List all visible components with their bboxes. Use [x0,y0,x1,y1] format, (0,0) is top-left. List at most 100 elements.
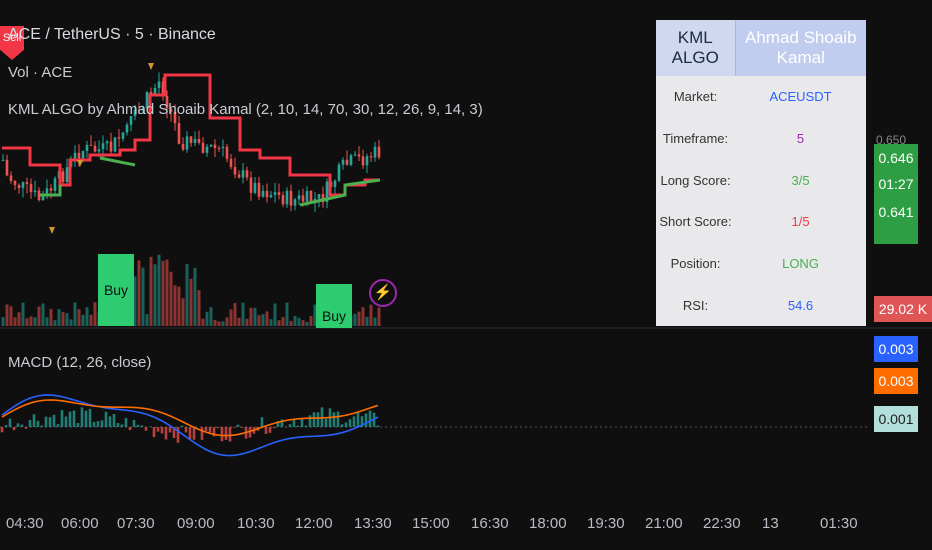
volume-bar [41,303,45,326]
candle-body [77,152,81,160]
histogram-tag[interactable]: 0.001 [874,406,918,432]
candle-body [209,144,213,147]
candle-body [37,190,41,201]
volume-bar [217,321,221,326]
candle-body [225,146,229,159]
histogram-bar [268,427,272,433]
candle-body [193,138,197,144]
row-label: Market: [673,89,718,105]
bar-countdown: 01:27 [878,176,914,192]
volume-bar [269,319,273,326]
symbol-title[interactable]: ACE / TetherUS · 5 · Binance [8,26,216,44]
histogram-bar [88,408,92,427]
volume-bar [285,302,289,326]
histogram-bar [40,425,44,427]
histogram-bar [364,413,368,427]
volume-bar [181,298,185,326]
time-axis-label: 06:00 [61,515,99,532]
volume-bar [189,278,193,326]
histogram-bar [368,410,372,427]
histogram-bar [188,427,192,440]
macd-tag[interactable]: 0.003 [874,336,918,362]
candle-body [269,194,273,198]
candle-body [9,175,13,181]
histogram-bar [344,422,348,427]
volume-tag[interactable]: 29.02 K [874,296,932,322]
volume-bar [373,317,377,326]
volume-bar [141,267,145,326]
buy-signal-label: Buy [103,282,129,298]
volume-bar [357,311,361,326]
histogram-bar [0,427,4,433]
volume-bar [169,271,173,326]
signal-tag[interactable]: 0.003 [874,368,918,394]
marker-triangle [148,63,154,70]
candle-body [97,149,101,152]
histogram-bar [164,427,168,440]
candle-body [113,137,117,152]
price-tag-group[interactable]: 0.646 01:27 0.641 [874,144,918,244]
volume-bar [53,320,57,326]
candle-body [365,156,369,166]
histogram-bar [144,427,148,431]
histogram-bar [48,417,52,427]
candle-body [81,150,85,160]
candle-body [245,170,249,178]
candle-body [125,124,129,133]
volume-bar [1,317,5,326]
volume-bar [361,307,365,326]
volume-bar [301,320,305,326]
volume-legend[interactable]: Vol · ACE [8,64,72,81]
volume-bar [257,315,261,326]
lightning-icon[interactable]: ⚡ [369,279,397,307]
candle-body [29,183,33,193]
candle-body [265,190,269,198]
candle-body [217,147,221,149]
long-score-value: 3/5 [791,172,810,188]
timeframe-value: 5 [796,131,805,147]
candle-body [17,184,21,189]
volume-bar [81,314,85,326]
candle-body [117,137,121,139]
candle-body [261,190,265,197]
trail-price: 0.641 [878,204,914,220]
volume-bar [289,320,293,326]
volume-bar [277,320,281,326]
histogram-bar [56,424,60,427]
histogram-bar [272,427,276,429]
macd-legend[interactable]: MACD (12, 26, close) [8,354,151,371]
volume-bar [45,317,49,326]
time-axis-label: 22:30 [703,515,741,532]
volume-bar [213,319,217,326]
volume-bar [185,263,189,326]
volume-bar [229,309,233,326]
histogram-bar [36,420,40,427]
volume-bar [9,306,13,326]
candle-body [297,195,301,200]
indicator-legend[interactable]: KML ALGO by Ahmad Shoaib Kamal (2, 10, 1… [8,101,483,118]
candle-body [229,158,233,168]
candle-body [281,194,285,205]
volume-bar [221,321,225,326]
histogram-bar [156,427,160,432]
volume-bar [77,309,81,326]
volume-bar [273,303,277,326]
histogram-bar [264,427,268,434]
volume-bar [305,321,309,326]
volume-bar [205,311,209,326]
histogram-bar [220,427,224,442]
histogram-bar [216,427,220,429]
candle-body [357,154,361,157]
candle-body [33,190,37,193]
volume-bar [281,317,285,326]
row-label: Short Score: [659,214,732,230]
row-label: Position: [670,255,721,271]
candle-body [369,156,373,158]
time-axis-label: 09:00 [177,515,215,532]
table-title: KML ALGO [656,20,736,77]
volume-bar [225,317,229,326]
volume-bar [145,314,149,326]
candle-body [73,152,77,159]
volume-bar [5,304,9,326]
histogram-bar [324,418,328,427]
